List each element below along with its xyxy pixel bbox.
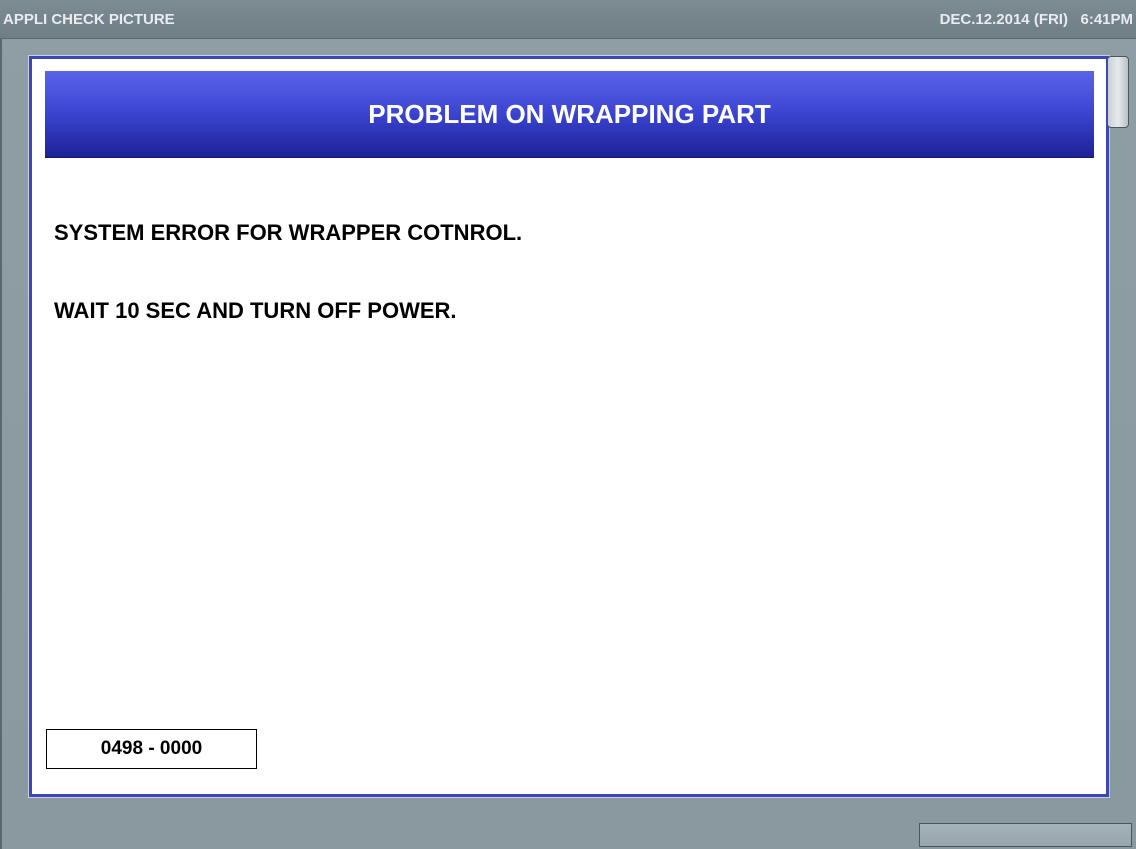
datetime-display: DEC.12.2014 (FRI) 6:41PM <box>939 11 1133 28</box>
scrollbar-thumb[interactable] <box>1107 56 1129 128</box>
instruction-message: WAIT 10 SEC AND TURN OFF POWER. <box>54 298 457 323</box>
error-code-box: 0498 - 0000 <box>46 729 257 769</box>
error-dialog: PROBLEM ON WRAPPING PART SYSTEM ERROR FO… <box>29 56 1109 797</box>
top-bar: APPLI CHECK PICTURE DEC.12.2014 (FRI) 6:… <box>0 0 1136 39</box>
app-title: APPLI CHECK PICTURE <box>3 11 175 28</box>
screen: APPLI CHECK PICTURE DEC.12.2014 (FRI) 6:… <box>0 0 1136 849</box>
error-message: SYSTEM ERROR FOR WRAPPER COTNROL. <box>54 220 523 245</box>
status-box[interactable] <box>919 823 1132 847</box>
dialog-header: PROBLEM ON WRAPPING PART <box>45 71 1094 158</box>
error-code: 0498 - 0000 <box>100 738 203 759</box>
left-edge-divider <box>0 38 2 849</box>
dialog-title: PROBLEM ON WRAPPING PART <box>368 99 771 129</box>
